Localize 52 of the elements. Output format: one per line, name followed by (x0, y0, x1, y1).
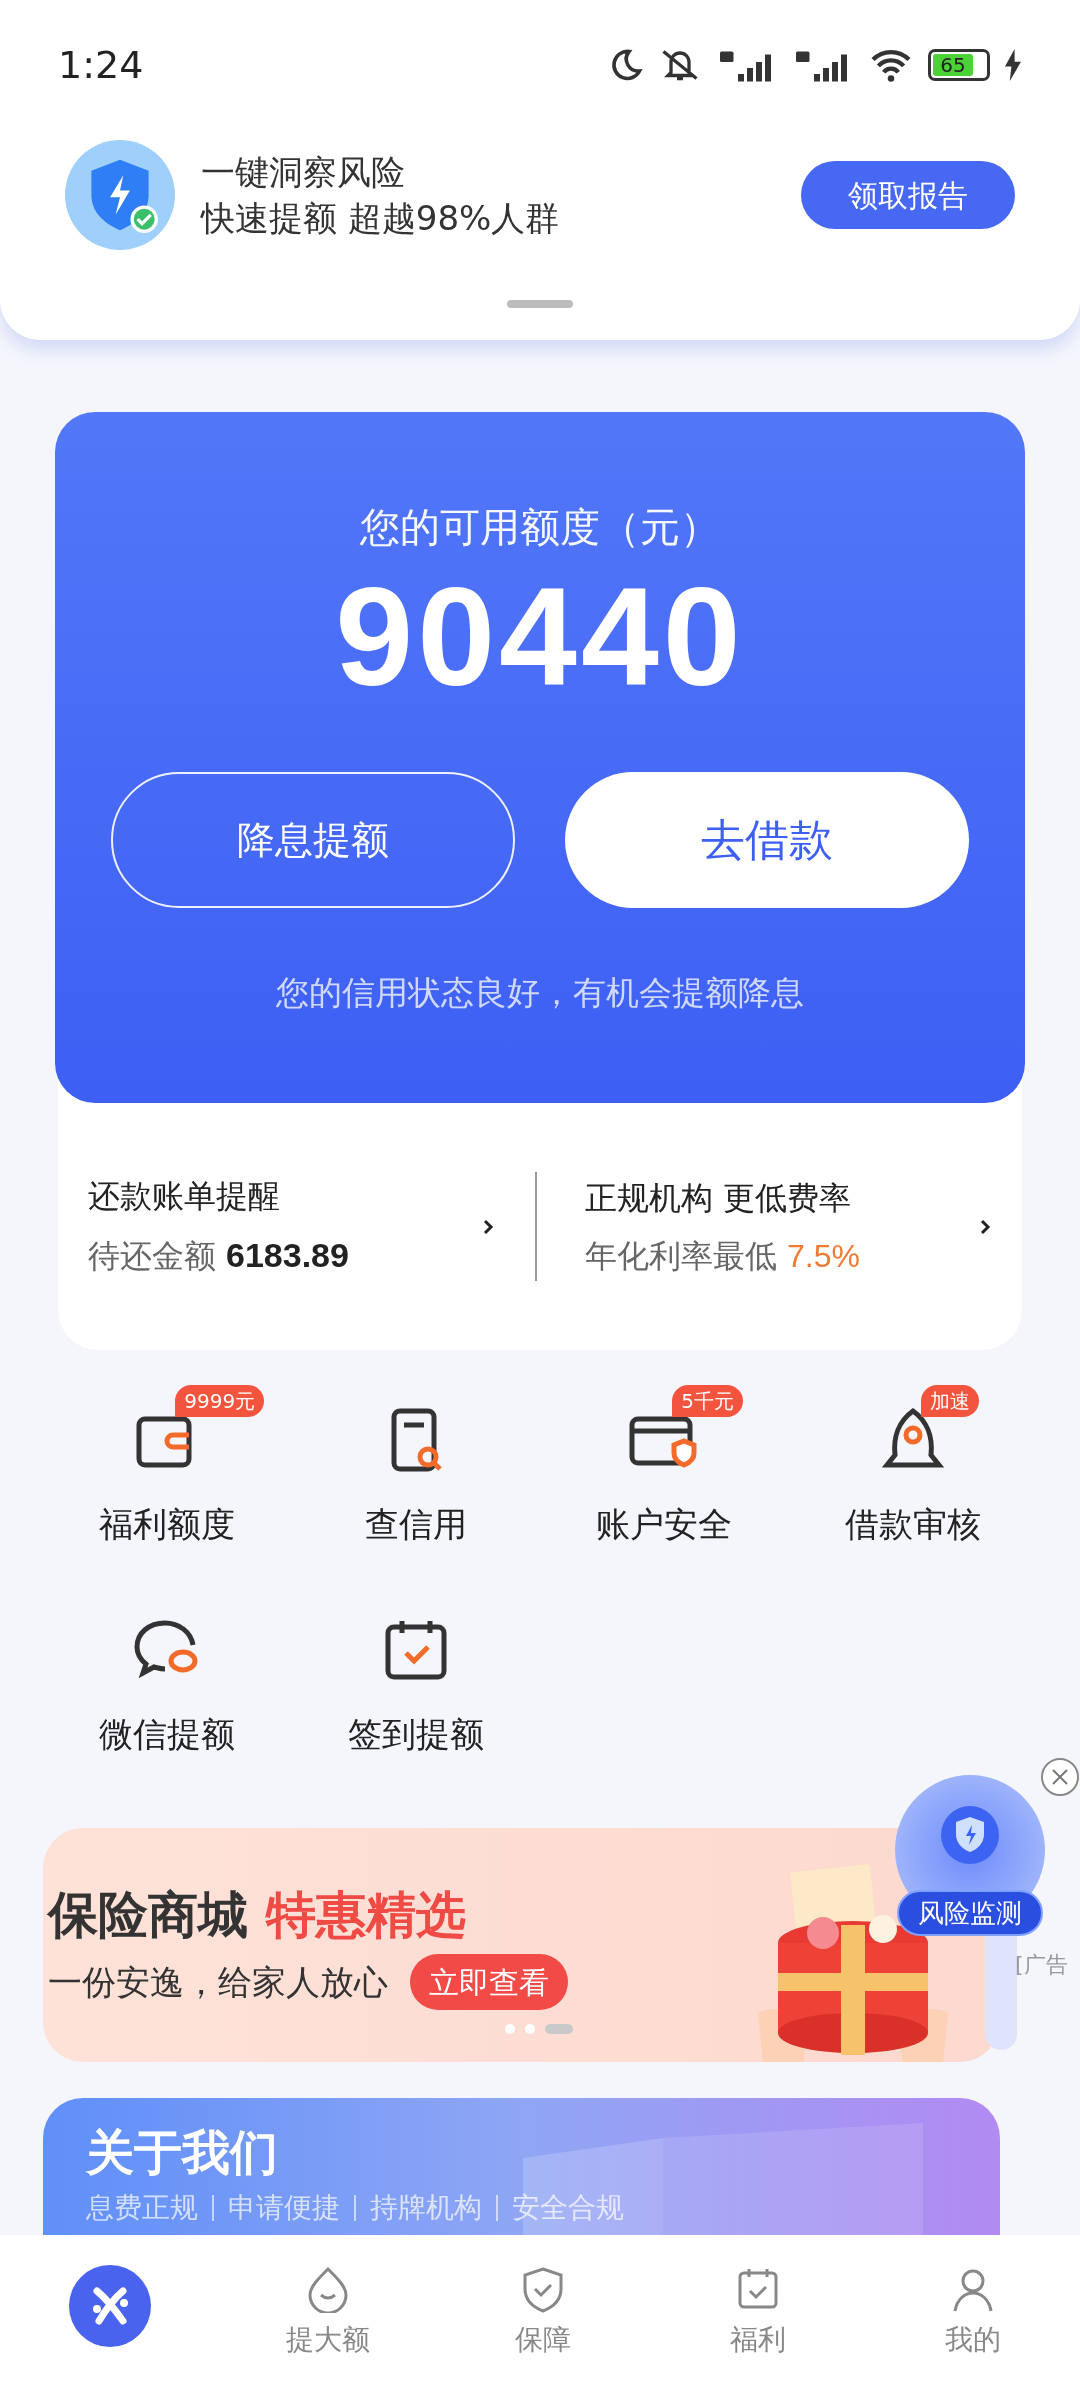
notice-subtitle: 快速提额 超越98%人群 (201, 197, 561, 240)
close-icon[interactable] (1040, 1757, 1080, 1797)
shield-icon (65, 140, 175, 250)
shortcut-label: 账户安全 (596, 1503, 733, 1546)
badge: 5千元 (672, 1385, 743, 1417)
promo-highlight: 特惠精选 (266, 1885, 466, 1946)
drag-handle[interactable] (507, 300, 573, 308)
nav-tab[interactable]: 福利 (650, 2235, 865, 2361)
info-title: 正规机构 更低费率 (585, 1177, 853, 1219)
shortcut-label: 借款审核 (844, 1503, 981, 1546)
promo-subtitle: 一份安逸，给家人放心 (48, 1960, 388, 2004)
home-tab[interactable] (69, 2265, 151, 2347)
notice-title: 一键洞察风险 (201, 150, 406, 193)
shortcut-item[interactable]: 加速 借款审核 (788, 1375, 1037, 1585)
about-tag: 申请便捷 (228, 2194, 340, 2222)
credit-status-text: 您的信用状态良好，有机会提额降息 (276, 972, 804, 1014)
shortcut-item[interactable]: 签到提额 (291, 1585, 540, 1795)
shortcut-item[interactable]: 查信用 (291, 1375, 540, 1585)
info-title: 还款账单提醒 (88, 1176, 281, 1217)
shortcut-label: 查信用 (364, 1503, 467, 1546)
promo-title: 保险商城 (48, 1885, 248, 1946)
shortcut-label: 签到提额 (347, 1713, 484, 1756)
shortcut-item[interactable]: 9999元 福利额度 (43, 1375, 292, 1585)
info-value: 6183.89 (226, 1235, 349, 1276)
badge: 9999元 (175, 1385, 265, 1417)
credit-amount: 90440 (335, 567, 745, 707)
charging-icon (1004, 49, 1022, 81)
get-report-button[interactable]: 领取报告 (801, 161, 1015, 229)
info-value: 7.5% (787, 1236, 860, 1276)
info-item[interactable]: 还款账单提醒 待还金额 6183.89 (58, 1172, 537, 1281)
shortcut-item[interactable]: 微信提额 (43, 1585, 292, 1795)
info-label: 待还金额 (88, 1236, 216, 1277)
view-now-button[interactable]: 立即查看 (410, 1954, 568, 2010)
nav-tab[interactable]: 提大额 (220, 2235, 435, 2361)
info-item[interactable]: 正规机构 更低费率 年化利率最低 7.5% (537, 1173, 1022, 1280)
info-label: 年化利率最低 (585, 1235, 777, 1277)
about-tag: 息费正规 (86, 2194, 198, 2222)
about-tag: 持牌机构 (370, 2194, 482, 2222)
nav-tab[interactable]: 保障 (435, 2235, 650, 2361)
badge: 加速 (920, 1385, 979, 1417)
about-title: 关于我们 (86, 2128, 278, 2176)
shortcut-label: 微信提额 (99, 1713, 236, 1756)
about-tag: 安全合规 (512, 2194, 624, 2222)
shortcut-label: 福利额度 (99, 1503, 236, 1546)
battery-icon: 65 (928, 49, 990, 81)
ad-label: [广告 (1015, 1951, 1068, 1979)
shortcut-item[interactable]: 5千元 账户安全 (540, 1375, 789, 1585)
status-time: 1:24 (58, 41, 144, 89)
borrow-button[interactable]: 去借款 (565, 772, 969, 908)
raise-limit-button[interactable]: 降息提额 (111, 772, 515, 908)
nav-tab[interactable]: 我的 (865, 2235, 1080, 2361)
credit-title: 您的可用额度（元） (360, 503, 720, 552)
